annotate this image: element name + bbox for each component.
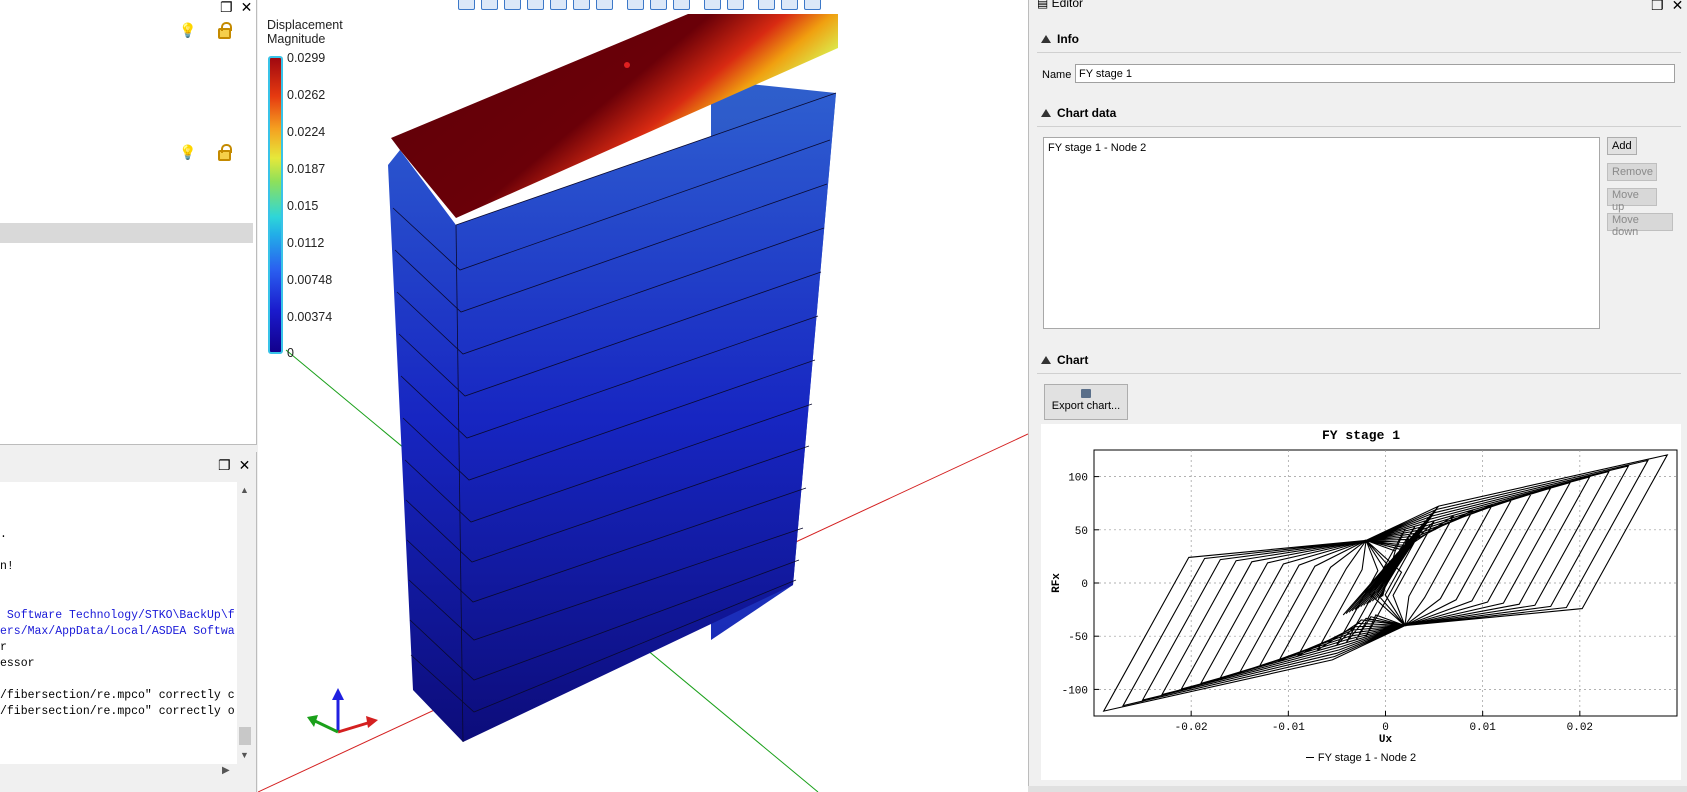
visibility-bulb-icon[interactable]: 💡	[179, 22, 196, 39]
close-panel-icon[interactable]: ✕	[241, 0, 253, 14]
scroll-down-icon[interactable]: ▼	[240, 750, 249, 760]
name-label: Name	[1042, 69, 1072, 81]
close-panel-icon[interactable]: ✕	[239, 458, 251, 472]
legend-tick: 0.00374	[287, 310, 333, 324]
chart-data-list[interactable]: FY stage 1 - Node 2	[1043, 137, 1600, 329]
console-vertical-scrollbar[interactable]: ▲ ▼	[237, 482, 253, 764]
zoom-out-icon[interactable]	[781, 0, 798, 10]
float-panel-icon[interactable]: ❐	[1651, 0, 1664, 12]
fit-view-icon[interactable]	[804, 0, 821, 10]
legend-tick: 0.0299	[287, 51, 326, 65]
hysteresis-chart: FY stage 1 -0.02 -0.01 0 0.01 0.02 -100 -50 0 50…	[1041, 424, 1681, 780]
chart-legend: FY stage 1 - Node 2	[1041, 752, 1681, 764]
chart-section-header[interactable]: Chart	[1041, 353, 1088, 367]
scroll-up-icon[interactable]: ▲	[240, 485, 249, 495]
float-panel-icon[interactable]: ❐	[218, 458, 231, 472]
view-top-icon[interactable]	[573, 0, 590, 10]
move-down-button[interactable]: Move down	[1607, 213, 1673, 238]
console-line: ers/Max/AppData/Local/ASDEA Softwa	[0, 625, 235, 638]
view-bottom-icon[interactable]	[596, 0, 613, 10]
view-iso-icon[interactable]	[458, 0, 475, 10]
view-left-icon[interactable]	[527, 0, 544, 10]
scroll-thumb[interactable]	[239, 727, 251, 745]
legend-tick: 0.0262	[287, 88, 326, 102]
x-tick-label: -0.01	[1272, 722, 1305, 734]
y-tick-label: -50	[1068, 632, 1088, 644]
collapse-icon[interactable]	[1041, 109, 1051, 117]
move-up-button[interactable]: Move up	[1607, 188, 1657, 213]
info-section-header[interactable]: Info	[1041, 32, 1079, 46]
x-tick-label: 0	[1382, 722, 1389, 734]
editor-title: ▤ Editor	[1037, 0, 1083, 10]
y-axis-label: RFx	[1051, 573, 1063, 593]
editor-icon: ▤	[1037, 0, 1052, 10]
model-render	[258, 14, 1028, 792]
x-tick-label: 0.01	[1469, 722, 1496, 734]
x-axis-label: Ux	[1379, 734, 1393, 746]
selected-tree-row[interactable]	[0, 223, 253, 243]
visibility-bulb-icon[interactable]: 💡	[179, 144, 196, 161]
legend-tick: 0.0187	[287, 162, 326, 176]
chart-plot: -0.02 -0.01 0 0.01 0.02 -100 -50 0 50 100 Ux RFx	[1051, 449, 1678, 746]
editor-panel: ▤ Editor ❐ ✕ Info Name Chart data FY sta…	[1028, 0, 1687, 792]
chart-data-section-header[interactable]: Chart data	[1041, 106, 1116, 120]
add-button[interactable]: Add	[1607, 137, 1637, 155]
legend-tick: 0.0112	[287, 236, 325, 250]
view-toolbar	[458, 0, 821, 10]
zoom-in-icon[interactable]	[758, 0, 775, 10]
export-chart-button[interactable]: Export chart...	[1044, 384, 1128, 420]
view-back-icon[interactable]	[504, 0, 521, 10]
lock-icon[interactable]	[218, 144, 232, 161]
console-horizontal-scrollbar[interactable]: ▶	[0, 764, 237, 780]
perspective-icon[interactable]	[704, 0, 721, 10]
y-tick-label: 50	[1075, 526, 1088, 538]
close-panel-icon[interactable]: ✕	[1672, 0, 1684, 12]
legend-tick: 0	[287, 346, 294, 360]
model-tree-panel: ❐ ✕ 💡 💡	[0, 0, 257, 445]
ortho-icon[interactable]	[727, 0, 744, 10]
remove-button[interactable]: Remove	[1607, 163, 1657, 181]
collapse-icon[interactable]	[1041, 356, 1051, 364]
legend-tick: 0.00748	[287, 273, 333, 287]
node-marker	[624, 62, 630, 68]
render-mode-icon[interactable]	[673, 0, 690, 10]
console-output: . n! Software Technology/STKO\BackUp\f e…	[0, 482, 237, 764]
console-line: r	[0, 641, 7, 654]
color-scale-bar	[268, 56, 283, 354]
console-line: essor	[0, 657, 35, 670]
name-input[interactable]	[1075, 64, 1675, 83]
render-mode-icon[interactable]	[650, 0, 667, 10]
x-tick-label: -0.02	[1175, 722, 1208, 734]
lock-icon[interactable]	[218, 22, 232, 39]
view-front-icon[interactable]	[481, 0, 498, 10]
scroll-right-icon[interactable]: ▶	[222, 765, 230, 776]
float-panel-icon[interactable]: ❐	[220, 0, 233, 14]
save-disk-icon	[1081, 389, 1091, 398]
y-tick-label: 100	[1068, 473, 1088, 485]
render-mode-icon[interactable]	[627, 0, 644, 10]
legend-title: Displacement Magnitude	[267, 18, 343, 46]
console-line: .	[0, 528, 7, 541]
legend-line-icon	[1305, 757, 1314, 758]
legend-tick: 0.015	[287, 199, 319, 213]
view-right-icon[interactable]	[550, 0, 567, 10]
list-item[interactable]: FY stage 1 - Node 2	[1048, 142, 1146, 154]
axis-triad	[307, 688, 378, 734]
y-tick-label: -100	[1062, 685, 1088, 697]
legend-tick: 0.0224	[287, 125, 326, 139]
y-tick-label: 0	[1081, 579, 1088, 591]
console-line: /fibersection/re.mpco" correctly o	[0, 705, 235, 718]
3d-viewport[interactable]: Displacement Magnitude 0.0299 0.0262 0.0…	[258, 0, 1028, 792]
collapse-icon[interactable]	[1041, 35, 1051, 43]
x-tick-label: 0.02	[1567, 722, 1593, 734]
console-line: n!	[0, 560, 14, 573]
console-line: /fibersection/re.mpco" correctly c	[0, 689, 235, 702]
console-line: Software Technology/STKO\BackUp\f	[0, 609, 235, 622]
bottom-tab-strip	[1028, 786, 1687, 792]
